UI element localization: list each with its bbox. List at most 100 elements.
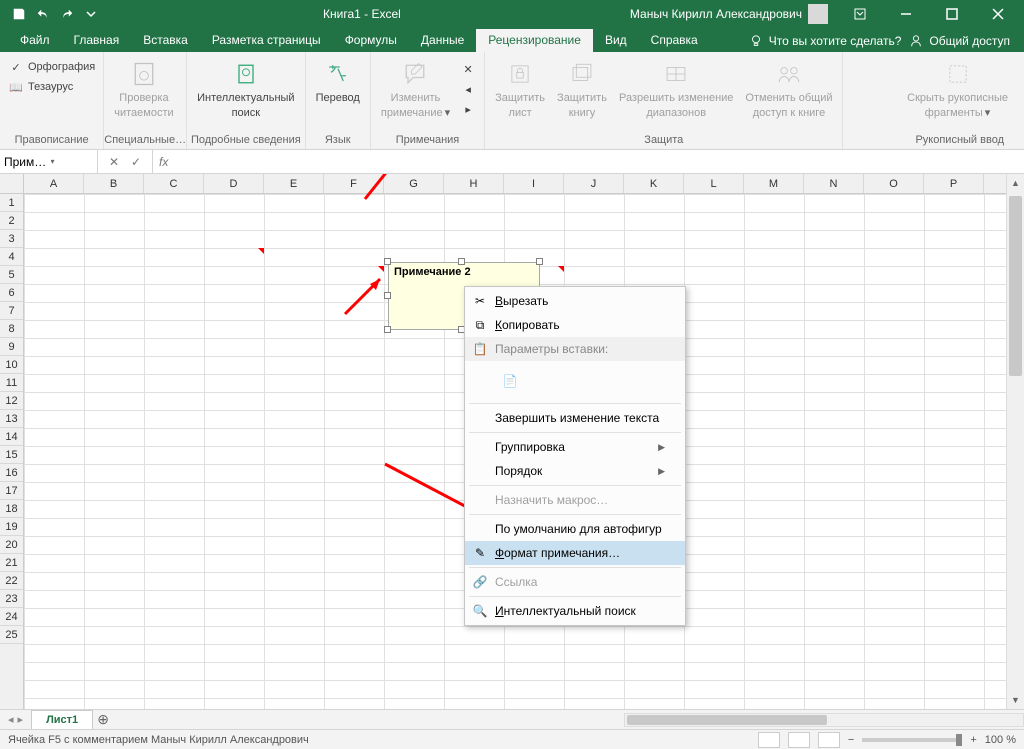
menu-copy[interactable]: ⧉ Копировать [465,313,685,337]
row-headers[interactable]: 1234567891011121314151617181920212223242… [0,194,24,709]
protect-workbook-button[interactable]: Защититькнигу [553,56,611,119]
horizontal-scrollbar[interactable] [624,713,1024,727]
zoom-slider[interactable] [862,738,962,742]
fx-label[interactable]: fx [153,150,174,173]
smart-lookup-button[interactable]: Интеллектуальный поиск [193,56,298,119]
row-header[interactable]: 7 [0,302,23,320]
minimize-button[interactable] [884,0,928,28]
spreadsheet-grid[interactable]: ABCDEFGHIJKLMNOP 12345678910111213141516… [0,174,1024,709]
row-header[interactable]: 18 [0,500,23,518]
col-header[interactable]: N [804,174,864,193]
enter-formula-button[interactable]: ✓ [126,155,146,169]
row-header[interactable]: 11 [0,374,23,392]
add-sheet-button[interactable]: ⊕ [93,711,113,728]
col-header[interactable]: P [924,174,984,193]
vertical-scrollbar[interactable]: ▲ ▼ [1006,174,1024,709]
delete-comment-button[interactable]: ✕ [458,60,478,78]
row-header[interactable]: 5 [0,266,23,284]
undo-button[interactable] [32,3,54,25]
row-header[interactable]: 19 [0,518,23,536]
scroll-thumb[interactable] [1009,196,1022,376]
row-header[interactable]: 20 [0,536,23,554]
row-header[interactable]: 1 [0,194,23,212]
menu-exit-edit[interactable]: Завершить изменение текста [465,406,685,430]
protect-sheet-button[interactable]: Защититьлист [491,56,549,119]
row-header[interactable]: 21 [0,554,23,572]
zoom-out-button[interactable]: − [848,734,854,746]
row-header[interactable]: 13 [0,410,23,428]
next-comment-button[interactable]: ▸ [458,100,478,118]
row-header[interactable]: 17 [0,482,23,500]
tab-data[interactable]: Данные [409,29,476,52]
menu-order[interactable]: Порядок▶ [465,459,685,483]
row-header[interactable]: 6 [0,284,23,302]
tab-help[interactable]: Справка [639,29,710,52]
row-header[interactable]: 2 [0,212,23,230]
menu-group[interactable]: Группировка▶ [465,435,685,459]
edit-comment-button[interactable]: Изменить примечание▾ [377,56,454,119]
thesaurus-button[interactable]: 📖 Тезаурус [6,78,97,96]
col-header[interactable]: A [24,174,84,193]
maximize-button[interactable] [930,0,974,28]
row-header[interactable]: 10 [0,356,23,374]
hide-ink-button[interactable]: Скрыть рукописные фрагменты▾ [903,56,1012,119]
col-header[interactable]: M [744,174,804,193]
row-header[interactable]: 4 [0,248,23,266]
col-header[interactable]: O [864,174,924,193]
row-header[interactable]: 24 [0,608,23,626]
tab-file[interactable]: Файл [8,29,62,52]
zoom-level[interactable]: 100 % [985,734,1016,746]
menu-smart-lookup[interactable]: 🔍 Интеллектуальный поиск [465,599,685,623]
allow-edit-ranges-button[interactable]: Разрешить изменениедиапазонов [615,56,737,119]
scroll-down-button[interactable]: ▼ [1007,691,1024,709]
tell-me[interactable]: Что вы хотите сделать? [749,34,902,48]
zoom-in-button[interactable]: + [970,734,976,746]
row-header[interactable]: 25 [0,626,23,644]
column-headers[interactable]: ABCDEFGHIJKLMNOP [24,174,1006,194]
tab-home[interactable]: Главная [62,29,132,52]
share-button[interactable]: Общий доступ [909,34,1010,48]
tab-insert[interactable]: Вставка [131,29,200,52]
tab-view[interactable]: Вид [593,29,639,52]
row-header[interactable]: 12 [0,392,23,410]
user-account[interactable]: Маныч Кирилл Александрович [622,4,836,24]
tab-review[interactable]: Рецензирование [476,29,593,52]
save-button[interactable] [8,3,30,25]
view-page-layout-button[interactable] [788,732,810,748]
spellcheck-button[interactable]: ✓ Орфография [6,58,97,76]
unshare-button[interactable]: Отменить общийдоступ к книге [741,56,836,119]
formula-input[interactable] [174,150,1024,173]
row-header[interactable]: 3 [0,230,23,248]
select-all-corner[interactable] [0,174,24,194]
col-header[interactable]: E [264,174,324,193]
prev-comment-button[interactable]: ◂ [458,80,478,98]
close-button[interactable] [976,0,1020,28]
col-header[interactable]: B [84,174,144,193]
scroll-up-button[interactable]: ▲ [1007,174,1024,192]
col-header[interactable]: I [504,174,564,193]
qat-customize-button[interactable] [80,3,102,25]
row-header[interactable]: 23 [0,590,23,608]
col-header[interactable]: K [624,174,684,193]
tab-layout[interactable]: Разметка страницы [200,29,333,52]
row-header[interactable]: 14 [0,428,23,446]
name-box[interactable]: Примеча… ▾ [0,150,98,173]
row-header[interactable]: 9 [0,338,23,356]
col-header[interactable]: D [204,174,264,193]
cancel-formula-button[interactable]: ✕ [104,155,124,169]
row-header[interactable]: 8 [0,320,23,338]
tab-formulas[interactable]: Формулы [333,29,409,52]
translate-button[interactable]: Перевод [312,56,364,105]
view-page-break-button[interactable] [818,732,840,748]
row-header[interactable]: 16 [0,464,23,482]
sheet-nav[interactable]: ◂▸ [0,713,31,726]
col-header[interactable]: J [564,174,624,193]
view-normal-button[interactable] [758,732,780,748]
sheet-tab[interactable]: Лист1 [31,710,93,729]
col-header[interactable]: L [684,174,744,193]
ribbon-options-button[interactable] [838,0,882,28]
menu-default-autoshape[interactable]: По умолчанию для автофигур [465,517,685,541]
row-header[interactable]: 22 [0,572,23,590]
menu-format-comment[interactable]: ✎ Формат примечания… [465,541,685,565]
redo-button[interactable] [56,3,78,25]
